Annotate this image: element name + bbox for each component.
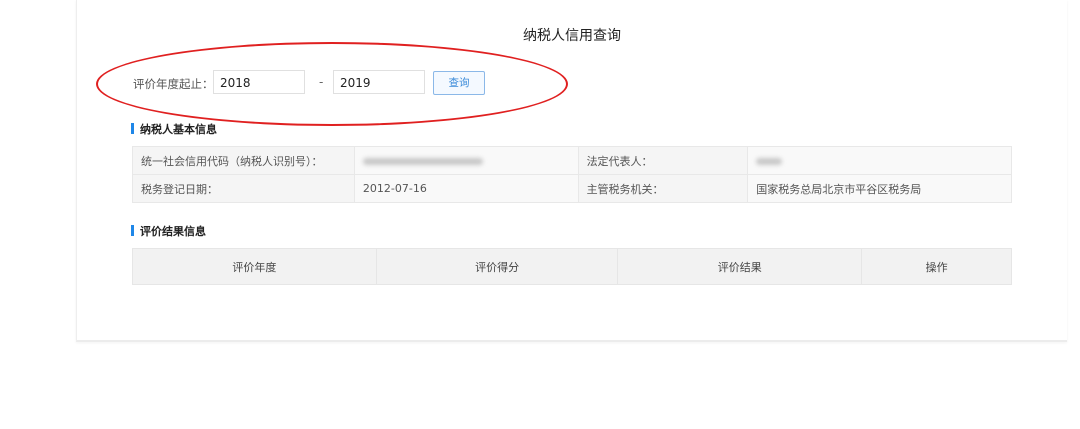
year-range-label: 评价年度起止： <box>133 77 214 91</box>
legal-rep-value <box>747 146 1012 175</box>
table-row: 税务登记日期： 2012-07-16 主管税务机关： 国家税务总局北京市平谷区税… <box>132 174 1012 203</box>
start-year-input[interactable]: 2018 <box>213 70 305 94</box>
query-button[interactable]: 查询 <box>433 71 485 95</box>
page-title: 纳税人信用查询 <box>523 28 621 44</box>
basic-info-title: 纳税人基本信息 <box>140 123 217 136</box>
results-table: 评价年度 评价得分 评价结果 操作 <box>132 248 1012 285</box>
section-marker <box>131 225 134 236</box>
year-separator: - <box>319 75 324 89</box>
table-row: 统一社会信用代码（纳税人识别号）： 法定代表人： <box>132 146 1012 175</box>
redacted-credit-code <box>362 157 483 165</box>
registration-date-value: 2012-07-16 <box>353 174 579 203</box>
credit-code-value <box>353 146 579 175</box>
column-header-result: 评价结果 <box>617 248 863 285</box>
section-marker <box>131 123 134 134</box>
legal-rep-label: 法定代表人： <box>577 146 749 175</box>
credit-code-label: 统一社会信用代码（纳税人识别号）： <box>132 146 355 175</box>
results-heading: 评价结果信息 <box>131 223 206 239</box>
end-year-input[interactable]: 2019 <box>333 70 425 94</box>
column-header-action: 操作 <box>861 248 1012 285</box>
column-header-year: 评价年度 <box>132 248 377 285</box>
basic-info-table: 统一社会信用代码（纳税人识别号）： 法定代表人： 税务登记日期： 2012-07… <box>132 146 1012 203</box>
basic-info-heading: 纳税人基本信息 <box>131 121 217 137</box>
column-header-score: 评价得分 <box>375 248 619 285</box>
results-title: 评价结果信息 <box>140 225 206 238</box>
redacted-legal-rep <box>756 157 783 165</box>
tax-authority-value: 国家税务总局北京市平谷区税务局 <box>747 174 1012 203</box>
registration-date-label: 税务登记日期： <box>132 174 355 203</box>
tax-authority-label: 主管税务机关： <box>577 174 749 203</box>
credit-query-panel: 纳税人信用查询 评价年度起止： 2018 - 2019 查询 纳税人基本信息 统… <box>76 0 1067 342</box>
table-header-row: 评价年度 评价得分 评价结果 操作 <box>132 248 1012 285</box>
